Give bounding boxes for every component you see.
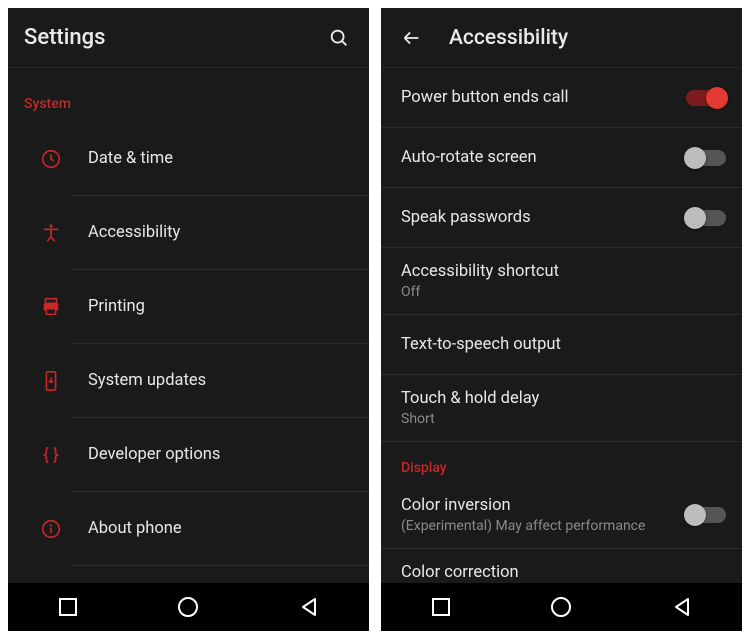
circle-icon <box>550 596 572 618</box>
triangle-back-icon <box>298 596 320 618</box>
item-label: Power button ends call <box>401 88 686 107</box>
circle-icon <box>177 596 199 618</box>
appbar: Accessibility <box>381 8 742 68</box>
page-title: Accessibility <box>449 26 568 50</box>
item-text-to-speech[interactable]: Text-to-speech output <box>381 315 742 375</box>
nav-back-button[interactable] <box>652 596 712 618</box>
toggle-speak-passwords[interactable] <box>686 210 726 226</box>
info-icon <box>40 518 62 540</box>
item-label: Color inversion <box>401 496 686 515</box>
nav-home-button[interactable] <box>158 596 218 618</box>
item-label: About phone <box>88 519 353 538</box>
nav-back-button[interactable] <box>279 596 339 618</box>
settings-item-date-time[interactable]: Date & time <box>72 122 369 196</box>
accessibility-list: Power button ends call Auto-rotate scree… <box>381 68 742 583</box>
nav-recent-button[interactable] <box>38 597 98 617</box>
triangle-back-icon <box>671 596 693 618</box>
accessibility-icon <box>40 222 62 244</box>
item-label: Touch & hold delay <box>401 389 726 408</box>
item-sub: Short <box>401 411 726 427</box>
settings-item-printing[interactable]: Printing <box>72 270 369 344</box>
item-label: Color correction <box>401 563 726 582</box>
android-navbar <box>8 583 369 631</box>
toggle-power-button-ends-call[interactable] <box>686 90 726 106</box>
item-label: Text-to-speech output <box>401 335 726 354</box>
settings-screen: Settings System Date & time Accessibilit… <box>8 8 369 631</box>
settings-item-system-updates[interactable]: System updates <box>72 344 369 418</box>
item-label: System updates <box>88 371 353 390</box>
square-icon <box>58 597 78 617</box>
accessibility-screen: Accessibility Power button ends call Aut… <box>381 8 742 631</box>
item-sub: Off <box>401 284 726 300</box>
item-sub: (Experimental) May affect performance <box>401 518 686 534</box>
settings-item-developer-options[interactable]: Developer options <box>72 418 369 492</box>
clock-icon <box>40 148 62 170</box>
appbar: Settings <box>8 8 369 68</box>
settings-item-about-phone[interactable]: About phone <box>72 492 369 566</box>
search-icon <box>328 27 350 49</box>
phone-update-icon <box>40 370 62 392</box>
section-header-system: System <box>8 68 369 122</box>
section-header-display: Display <box>381 442 742 482</box>
item-auto-rotate-screen[interactable]: Auto-rotate screen <box>381 128 742 188</box>
item-label: Printing <box>88 297 353 316</box>
toggle-auto-rotate[interactable] <box>686 150 726 166</box>
item-label: Accessibility <box>88 223 353 242</box>
item-speak-passwords[interactable]: Speak passwords <box>381 188 742 248</box>
item-color-inversion[interactable]: Color inversion (Experimental) May affec… <box>381 482 742 549</box>
item-accessibility-shortcut[interactable]: Accessibility shortcut Off <box>381 248 742 315</box>
square-icon <box>431 597 451 617</box>
item-power-button-ends-call[interactable]: Power button ends call <box>381 68 742 128</box>
item-label: Developer options <box>88 445 353 464</box>
arrow-back-icon <box>400 27 422 49</box>
toggle-color-inversion[interactable] <box>686 507 726 523</box>
nav-recent-button[interactable] <box>411 597 471 617</box>
settings-item-accessibility[interactable]: Accessibility <box>72 196 369 270</box>
nav-home-button[interactable] <box>531 596 591 618</box>
android-navbar <box>381 583 742 631</box>
printer-icon <box>40 296 62 318</box>
page-title: Settings <box>24 25 325 50</box>
back-button[interactable] <box>397 24 425 52</box>
item-label: Accessibility shortcut <box>401 262 726 281</box>
item-color-correction[interactable]: Color correction <box>381 549 742 583</box>
search-button[interactable] <box>325 24 353 52</box>
settings-list: System Date & time Accessibility Printin… <box>8 68 369 583</box>
item-touch-hold-delay[interactable]: Touch & hold delay Short <box>381 375 742 442</box>
item-label: Auto-rotate screen <box>401 148 686 167</box>
braces-icon <box>40 444 62 466</box>
item-label: Speak passwords <box>401 208 686 227</box>
item-label: Date & time <box>88 149 353 168</box>
